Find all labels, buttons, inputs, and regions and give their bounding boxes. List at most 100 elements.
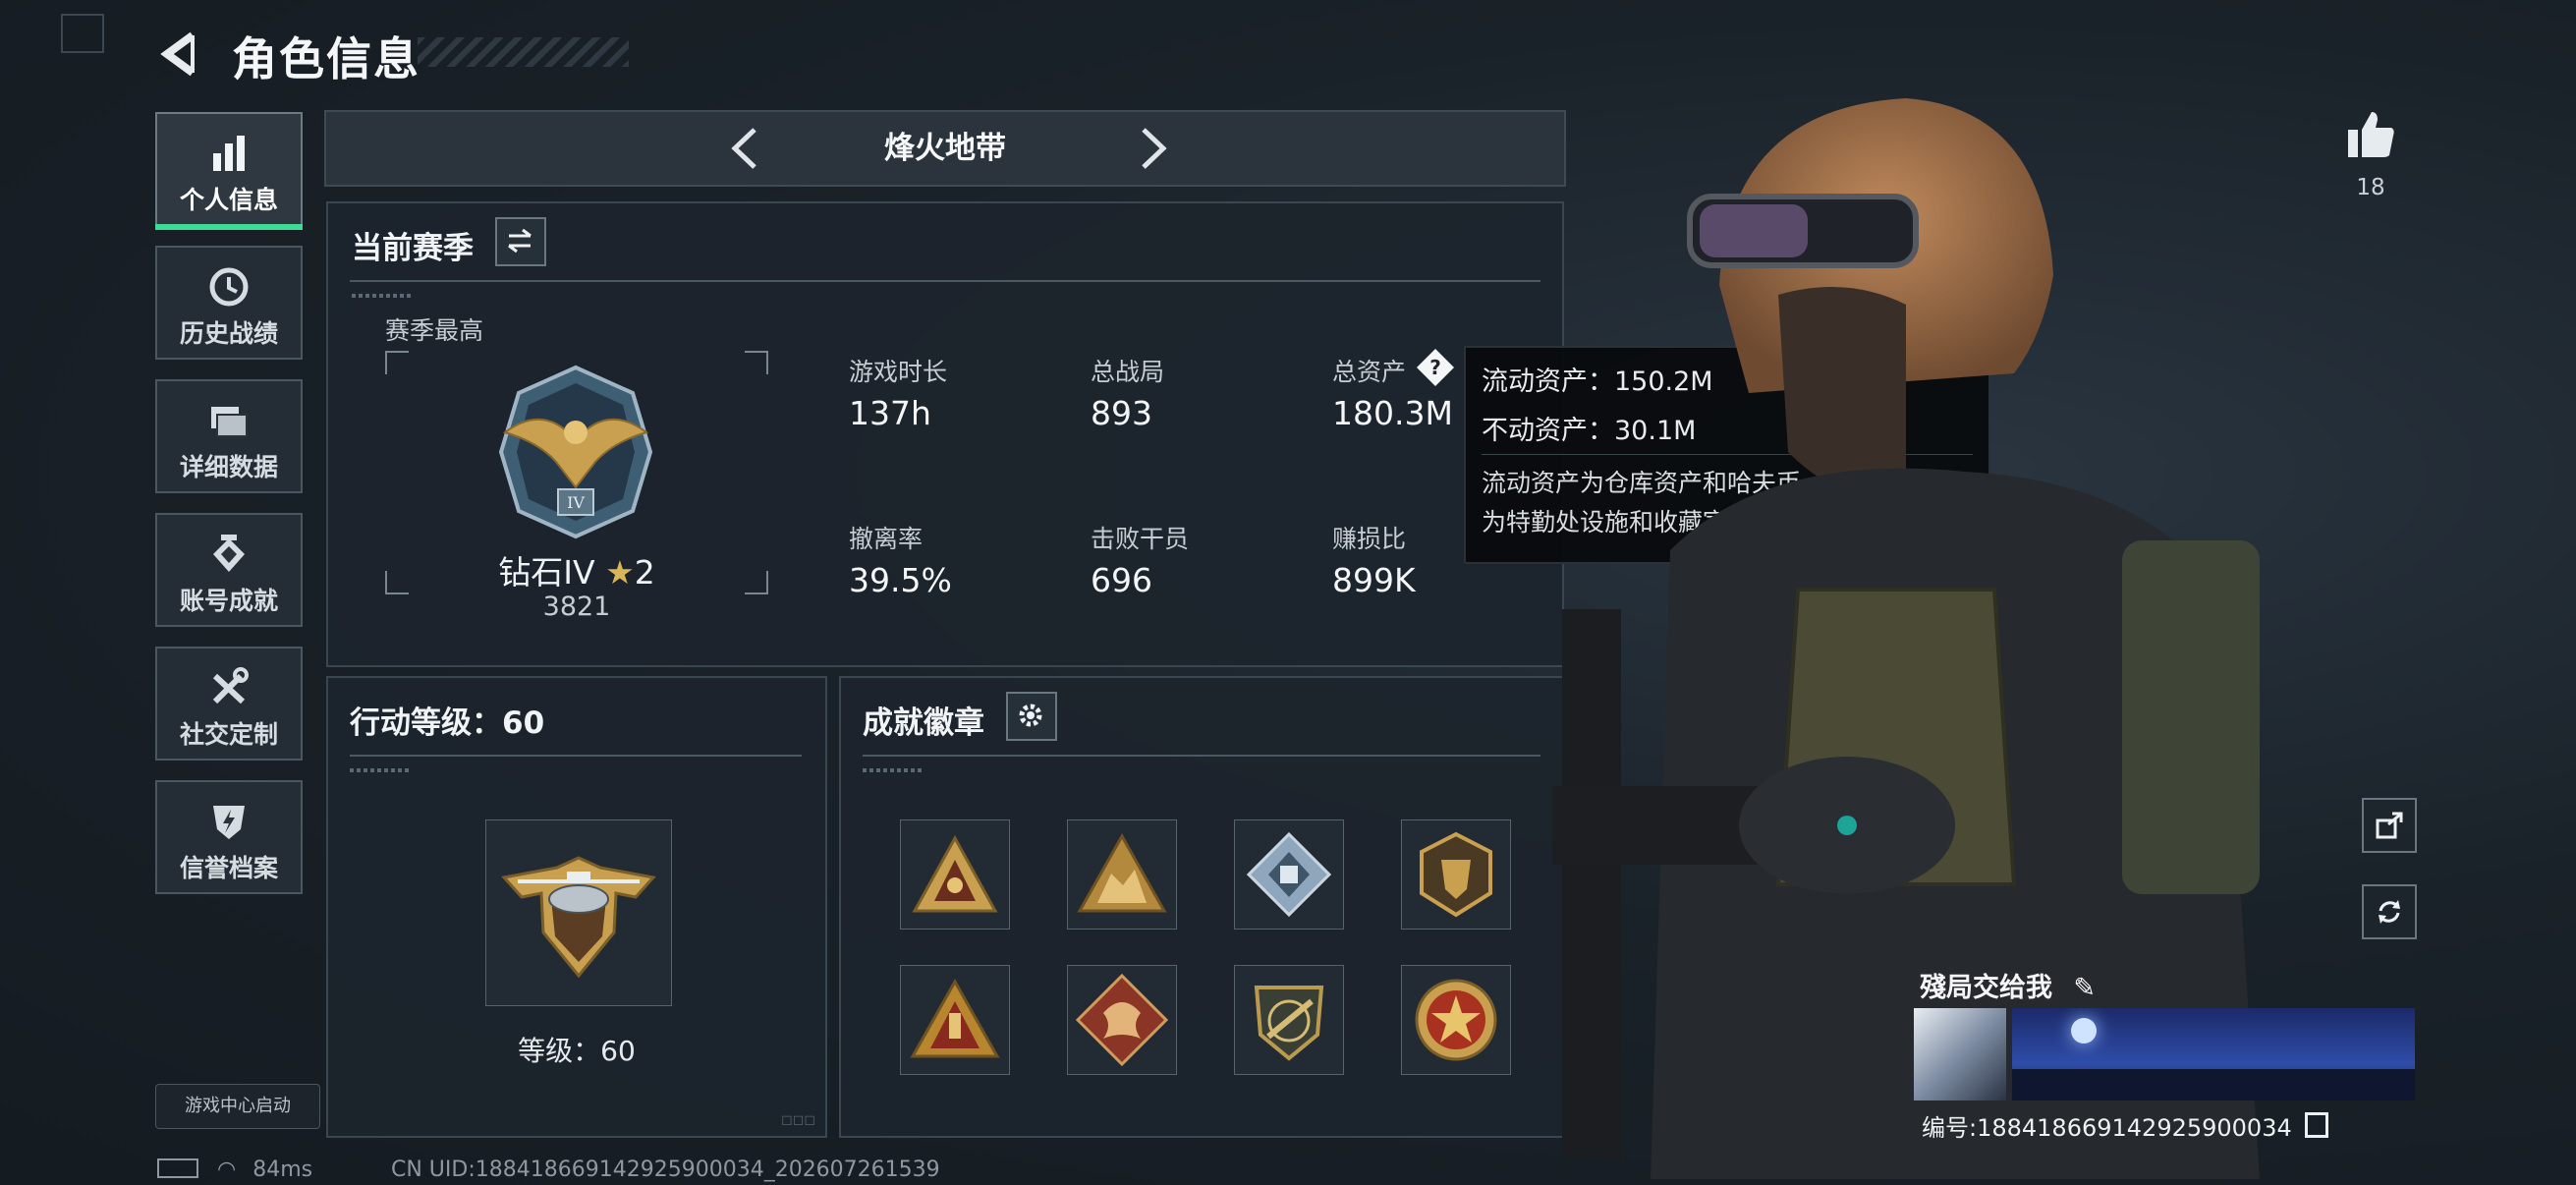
decoration bbox=[352, 294, 411, 298]
edit-pencil-icon[interactable]: ✎ bbox=[2073, 973, 2096, 1003]
season-title: 当前赛季 bbox=[352, 231, 474, 266]
refresh-button[interactable] bbox=[2362, 884, 2417, 939]
share-button[interactable] bbox=[2362, 798, 2417, 853]
chevron-left-icon[interactable] bbox=[723, 126, 766, 171]
divider bbox=[350, 755, 802, 757]
folder-icon bbox=[211, 407, 248, 437]
triangle-wolf-badge-icon bbox=[912, 834, 998, 913]
sidebar-item-label: 信誉档案 bbox=[179, 854, 278, 882]
wifi-icon: ◠ bbox=[217, 1157, 237, 1182]
sidebar-item-history[interactable]: 历史战绩 bbox=[155, 246, 303, 360]
badge-slot-7[interactable] bbox=[1234, 965, 1344, 1075]
sidebar-item-label: 个人信息 bbox=[179, 186, 278, 214]
star-medal-badge-icon bbox=[1415, 979, 1497, 1061]
nickname-text: 殘局交给我 bbox=[1920, 973, 2052, 1003]
star-icon: ★ bbox=[605, 553, 635, 592]
player-avatar bbox=[1914, 1008, 2006, 1100]
svg-text:?: ? bbox=[1429, 356, 1441, 379]
active-tab-indicator bbox=[155, 224, 303, 230]
stat-value-total-matches: 893 bbox=[1091, 394, 1152, 432]
share-icon bbox=[2376, 812, 2403, 839]
badges-title: 成就徽章 bbox=[863, 705, 984, 741]
bar-chart-icon bbox=[213, 136, 245, 171]
action-level-panel: 行动等级：60 等级：60 ◻◻◻ bbox=[326, 676, 827, 1138]
badge-slot-5[interactable] bbox=[900, 965, 1010, 1075]
back-arrow-icon[interactable] bbox=[155, 29, 204, 79]
mode-name: 烽火地带 bbox=[884, 131, 1006, 166]
helicopter-badge-icon bbox=[501, 856, 656, 979]
credit-shield-icon bbox=[213, 806, 245, 839]
mode-selector: 烽火地带 bbox=[324, 110, 1566, 187]
corner-marks: ◻◻◻ bbox=[781, 1112, 815, 1128]
svg-text:IV: IV bbox=[567, 493, 585, 512]
game-center-launch-badge: 游戏中心启动 bbox=[155, 1084, 320, 1129]
stat-value-total-assets: 180.3M bbox=[1332, 394, 1453, 432]
divider bbox=[863, 755, 1540, 757]
battery-icon bbox=[157, 1158, 198, 1178]
triangle-knight-badge-icon bbox=[910, 978, 1000, 1058]
badge-slot-6[interactable] bbox=[1067, 965, 1177, 1075]
achievement-badges-panel: 成就徽章 bbox=[839, 676, 1566, 1138]
history-clock-icon bbox=[209, 267, 249, 307]
help-icon[interactable]: ? bbox=[1415, 347, 1456, 388]
copy-icon[interactable] bbox=[2305, 1112, 2329, 1138]
achievement-icon bbox=[213, 535, 245, 572]
badge-slot-3[interactable] bbox=[1234, 819, 1344, 930]
rank-name: 钻石IV bbox=[498, 553, 595, 592]
moon-icon bbox=[2071, 1018, 2097, 1044]
badge-slot-8[interactable] bbox=[1401, 965, 1511, 1075]
rank-name-row: 钻石IV ★2 bbox=[385, 546, 768, 593]
sidebar-item-personal-info[interactable]: 个人信息 bbox=[155, 112, 303, 226]
hexagon-crest-badge-icon bbox=[1420, 831, 1492, 918]
decoration bbox=[350, 768, 409, 772]
badge-slot-2[interactable] bbox=[1067, 819, 1177, 930]
sidebar-item-detailed-data[interactable]: 详细数据 bbox=[155, 379, 303, 493]
player-name-card[interactable] bbox=[1914, 1008, 2415, 1100]
sidebar-item-label: 账号成就 bbox=[179, 587, 278, 615]
stat-value-extraction-rate: 39.5% bbox=[849, 561, 952, 599]
thumbs-up-icon[interactable] bbox=[2344, 108, 2397, 161]
sidebar-item-label: 历史战绩 bbox=[179, 319, 278, 348]
stat-label-operators-defeated: 击败干员 bbox=[1091, 525, 1190, 553]
rank-stars: 2 bbox=[634, 553, 655, 592]
corner-decoration bbox=[61, 14, 104, 53]
refresh-icon bbox=[2379, 900, 2400, 924]
launch-badge-label: 游戏中心启动 bbox=[185, 1096, 291, 1116]
badge-slot-1[interactable] bbox=[900, 819, 1010, 930]
sidebar-item-credit-profile[interactable]: 信誉档案 bbox=[155, 780, 303, 894]
title-stripe-decoration bbox=[418, 37, 629, 67]
ping-value: 84ms bbox=[252, 1157, 313, 1182]
player-nickname: 殘局交给我 ✎ bbox=[1920, 966, 2096, 1004]
stat-label-extraction-rate: 撤离率 bbox=[849, 525, 924, 553]
season-switch-button[interactable] bbox=[495, 217, 546, 266]
tools-icon bbox=[212, 667, 249, 705]
id-number-text: 编号:18841866914292590003​4 bbox=[1922, 1114, 2292, 1142]
action-level-text: 等级：60 bbox=[518, 1035, 636, 1067]
action-level-badge bbox=[485, 819, 672, 1006]
stat-label-total-matches: 总战局 bbox=[1091, 358, 1165, 386]
badge-settings-button[interactable] bbox=[1006, 692, 1057, 741]
name-card-banner bbox=[2012, 1008, 2415, 1100]
sidebar-item-account-achievements[interactable]: 账号成就 bbox=[155, 513, 303, 627]
chevron-right-icon[interactable] bbox=[1132, 126, 1175, 171]
badge-slot-4[interactable] bbox=[1401, 819, 1511, 930]
switch-arrows-icon bbox=[508, 228, 532, 254]
action-level-title: 行动等级：60 bbox=[350, 705, 545, 741]
status-bar: ◠ 84ms bbox=[157, 1157, 312, 1182]
season-best-label: 赛季最高 bbox=[385, 316, 484, 345]
sidebar-item-label: 社交定制 bbox=[179, 720, 278, 749]
diamond-cube-badge-icon bbox=[1246, 831, 1332, 918]
stat-value-playtime: 137h bbox=[849, 394, 931, 432]
stat-value-operators-defeated: 696 bbox=[1091, 561, 1152, 599]
stat-label-total-assets: 总资产 bbox=[1332, 358, 1407, 386]
frame-corner bbox=[745, 351, 768, 374]
diamond-rank-emblem-icon: IV bbox=[498, 365, 653, 539]
decoration bbox=[863, 768, 922, 772]
gear-icon bbox=[1019, 704, 1042, 727]
player-id-number: 编号:18841866914292590003​4 bbox=[1922, 1108, 2329, 1143]
frame-corner bbox=[385, 351, 409, 374]
rank-points: 3821 bbox=[542, 592, 611, 622]
page-title: 角色信息 bbox=[232, 32, 420, 85]
sidebar-item-social-custom[interactable]: 社交定制 bbox=[155, 647, 303, 761]
stat-label-playtime: 游戏时长 bbox=[849, 358, 948, 386]
